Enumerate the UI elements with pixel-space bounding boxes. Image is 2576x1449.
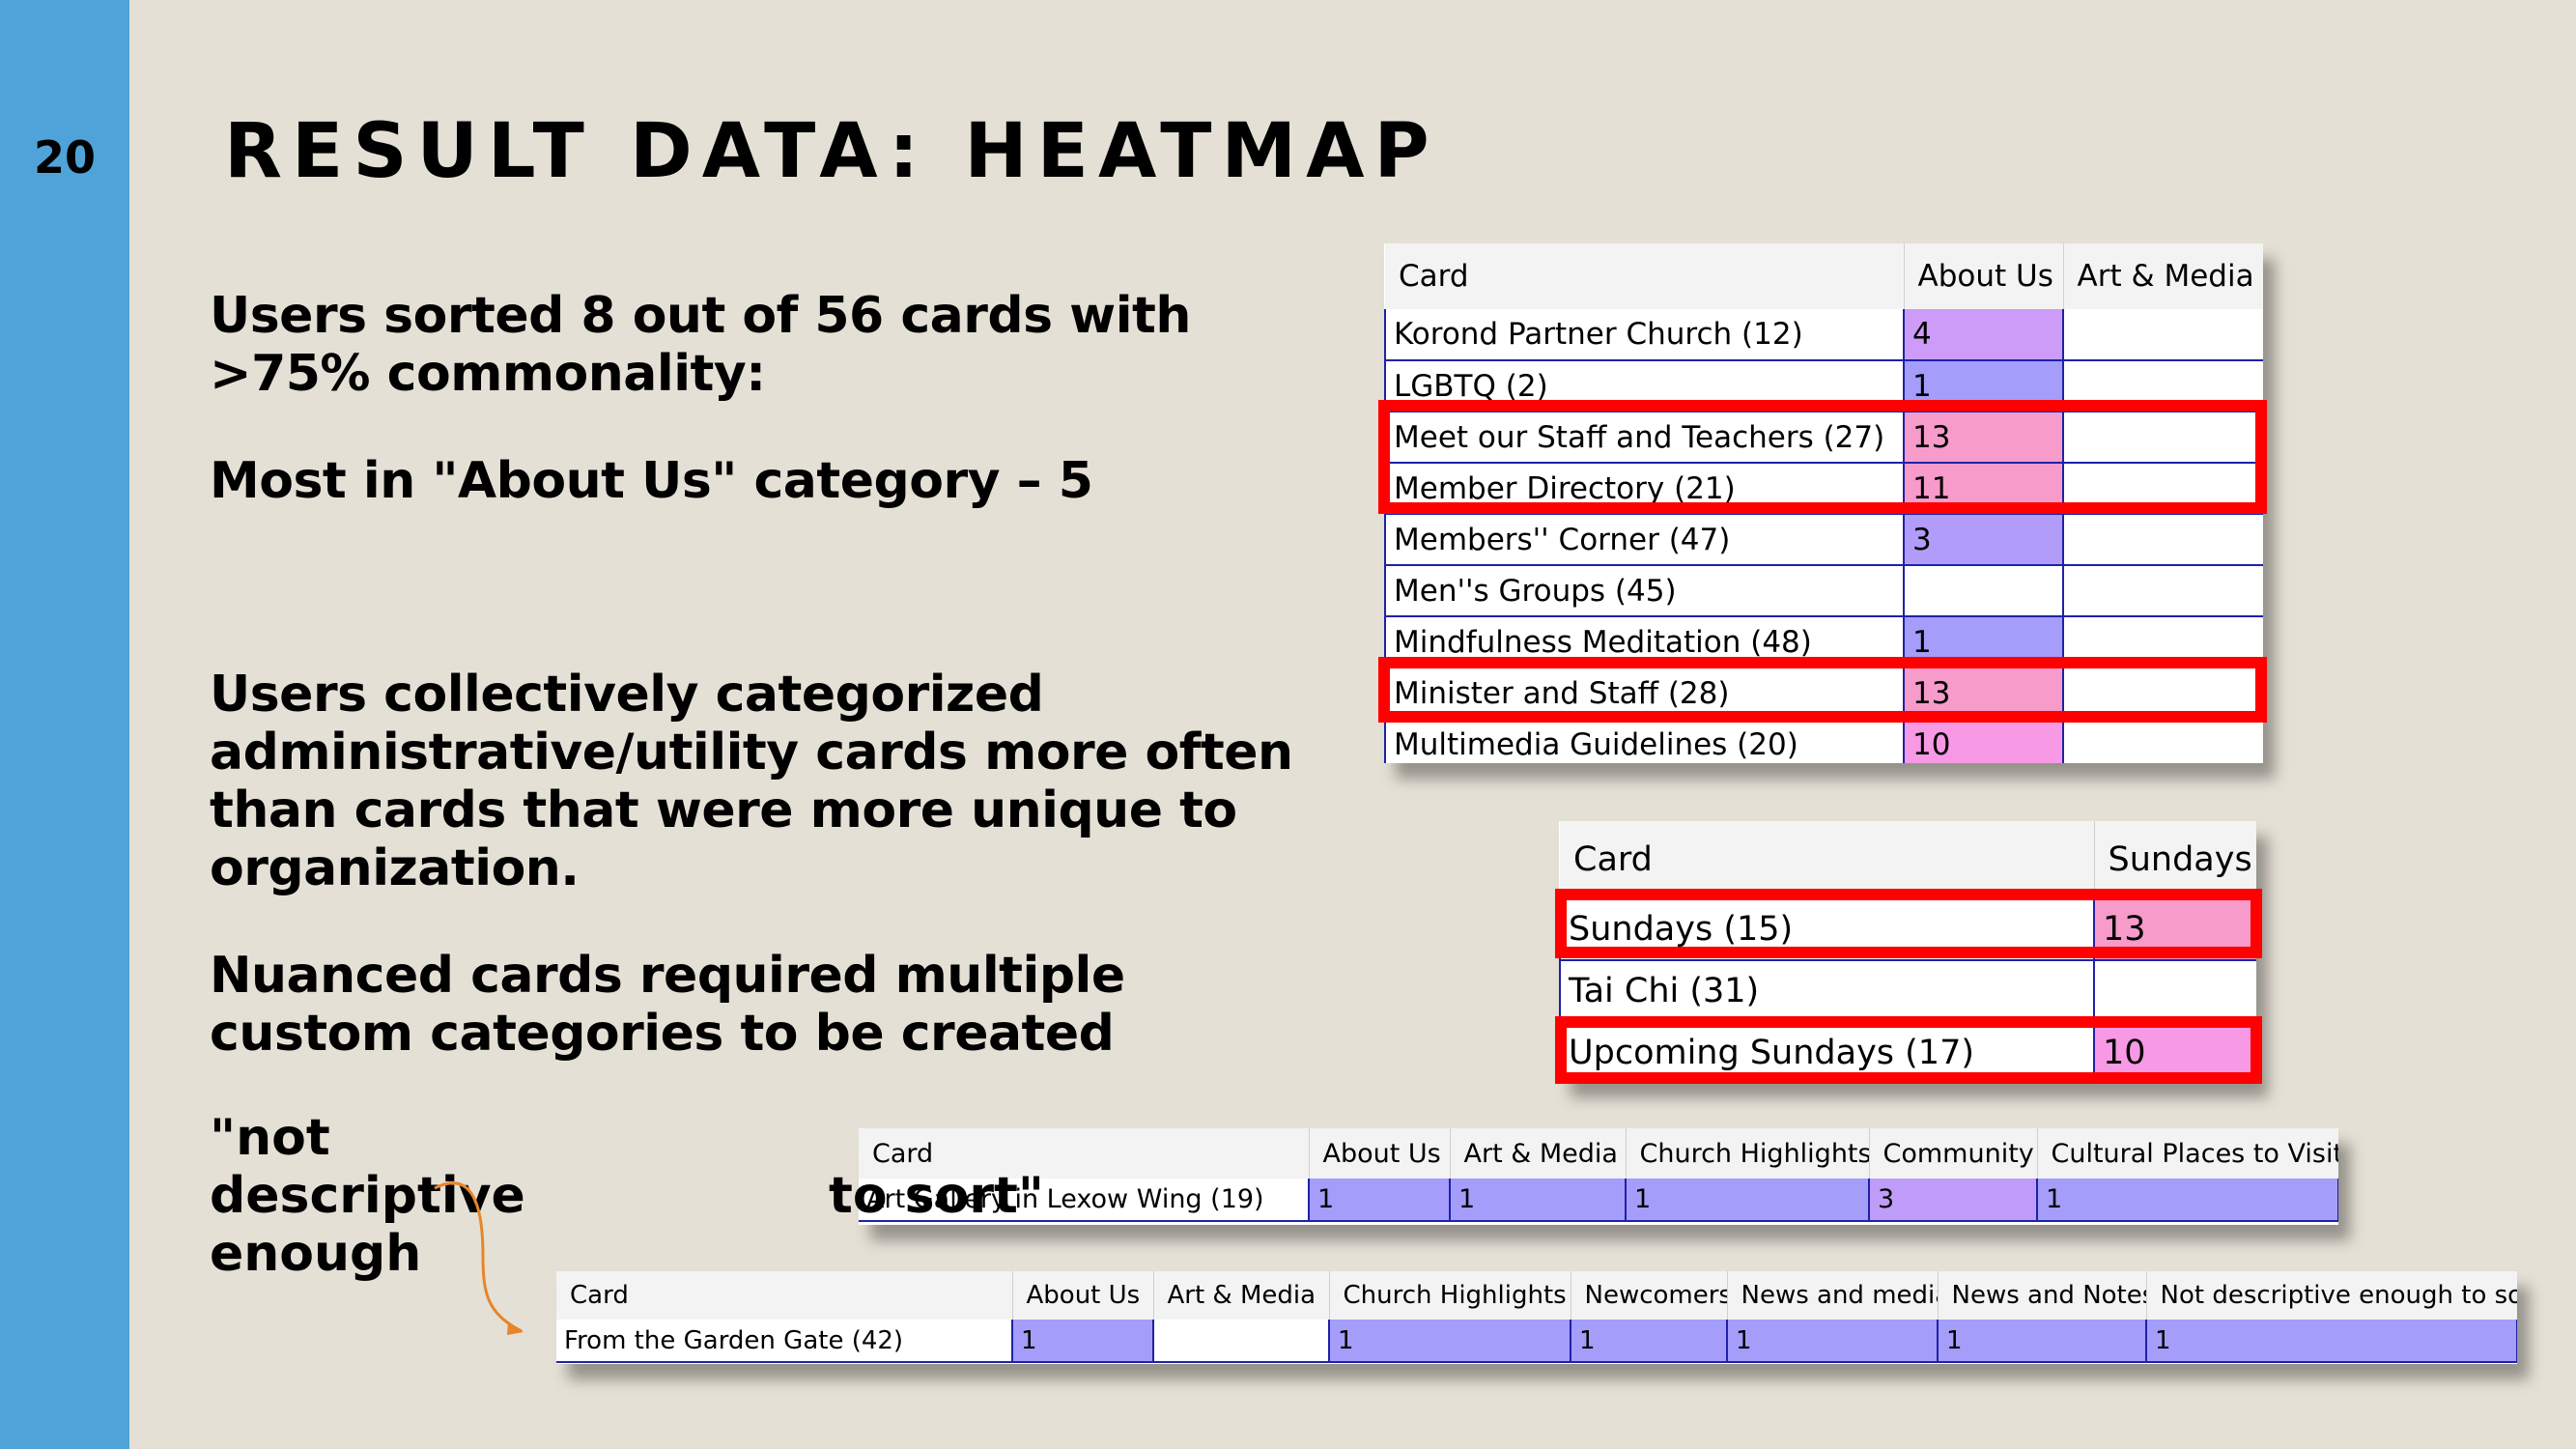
col-header-not-descriptive: Not descriptive enough to sort <box>2146 1271 2517 1320</box>
table-row-card: Multimedia Guidelines (20) <box>1384 719 1905 763</box>
col-header-art-media: Art & Media <box>2063 243 2263 309</box>
table-cell-about-us: 1 <box>1012 1320 1154 1363</box>
table-cell-art-media <box>2063 565 2263 617</box>
table-cell-about-us: 3 <box>1904 514 2064 566</box>
table-cell-about-us <box>1904 565 2064 617</box>
table-cell-art-media <box>2063 309 2263 361</box>
table-row-card: Korond Partner Church (12) <box>1384 309 1905 361</box>
table-cell-art-media <box>2063 514 2263 566</box>
table-cell-cultural-places: 1 <box>2037 1179 2338 1222</box>
table-cell-community: 3 <box>1869 1179 2038 1222</box>
paragraph-administrative: Users collectively categorized administr… <box>210 666 1293 897</box>
col-header-sundays: Sundays <box>2094 821 2256 898</box>
col-header-news-media: News and media <box>1727 1271 1939 1320</box>
table-row-card: Members'' Corner (47) <box>1384 514 1905 566</box>
col-header-card: Card <box>1385 243 1905 309</box>
table-cell-about-us: 1 <box>1309 1179 1451 1222</box>
paragraph-about-us: Most in "About Us" category – 5 <box>210 452 1093 510</box>
sidebar-bar <box>0 0 129 1449</box>
table-cell-newcomers: 1 <box>1571 1320 1728 1363</box>
col-header-church-highlights: Church Highlights <box>1329 1271 1571 1320</box>
slide-title: RESULT DATA: HEATMAP <box>224 108 1439 195</box>
slide-number: 20 <box>33 131 96 184</box>
col-header-about-us: About Us <box>1012 1271 1154 1320</box>
table-cell-news-media: 1 <box>1727 1320 1939 1363</box>
col-header-newcomers: Newcomers <box>1571 1271 1728 1320</box>
table-cell-news-notes: 1 <box>1938 1320 2147 1363</box>
table-cell-not-descriptive: 1 <box>2146 1320 2517 1363</box>
col-header-church-highlights: Church Highlights <box>1626 1128 1870 1179</box>
table-cell-art-media: 1 <box>1450 1179 1627 1222</box>
table-row-card: Tai Chi (31) <box>1559 960 2095 1023</box>
col-header-news-notes: News and Notes <box>1938 1271 2147 1320</box>
heatmap-table-3: Card About Us Art & Media Church Highlig… <box>859 1128 2338 1225</box>
table-cell-art-media <box>1153 1320 1330 1363</box>
col-header-art-media: Art & Media <box>1153 1271 1330 1320</box>
col-header-card: Card <box>1560 821 2095 898</box>
highlight-box-sundays <box>1555 889 2262 958</box>
table-cell-sundays <box>2094 960 2256 1023</box>
highlight-box-minister <box>1378 657 2267 723</box>
col-header-about-us: About Us <box>1904 243 2064 309</box>
table-cell-church-highlights: 1 <box>1626 1179 1870 1222</box>
col-header-cultural-places: Cultural Places to Visit <box>2037 1128 2338 1179</box>
table-cell-art-media <box>2063 719 2263 763</box>
paragraph-commonality: Users sorted 8 out of 56 cards with >75%… <box>210 287 1191 403</box>
highlight-box-upcoming-sundays <box>1555 1016 2262 1084</box>
table-row-card: From the Garden Gate (42) <box>556 1320 1013 1363</box>
col-header-about-us: About Us <box>1309 1128 1451 1179</box>
highlight-box-staff <box>1378 400 2267 514</box>
paragraph-nuanced: Nuanced cards required multiple custom c… <box>210 947 1125 1063</box>
table-cell-about-us: 10 <box>1904 719 2064 763</box>
table-row-card: Men''s Groups (45) <box>1384 565 1905 617</box>
curved-arrow-icon <box>434 1181 524 1335</box>
col-header-community: Community <box>1869 1128 2038 1179</box>
table-cell-church-highlights: 1 <box>1329 1320 1571 1363</box>
heatmap-table-4: Card About Us Art & Media Church Highlig… <box>556 1271 2517 1364</box>
quote-text-end: to sort" <box>829 1167 1044 1225</box>
table-cell-about-us: 4 <box>1904 309 2064 361</box>
col-header-art-media: Art & Media <box>1450 1128 1627 1179</box>
